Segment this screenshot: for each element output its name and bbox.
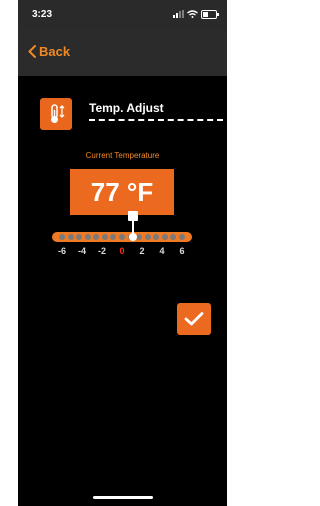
wifi-icon	[187, 10, 198, 18]
back-button[interactable]: Back	[28, 44, 70, 59]
slider-step-dot[interactable]	[144, 234, 151, 240]
navigation-bar: Back	[18, 28, 227, 76]
slider-tick-label: -4	[77, 246, 86, 256]
home-indicator	[93, 496, 153, 499]
slider-step-dot[interactable]	[119, 234, 125, 240]
status-time: 3:23	[32, 9, 53, 20]
slider-step-dot[interactable]	[67, 234, 74, 240]
app-screen: 3:23 Back Temp. Adjust Current Temperatu…	[18, 0, 227, 506]
current-temperature-label: Current Temperature	[85, 151, 160, 160]
checkmark-icon	[184, 312, 204, 326]
back-label: Back	[39, 44, 71, 59]
slider-tick-label: 0	[119, 246, 125, 256]
confirm-button[interactable]	[177, 303, 211, 335]
battery-icon	[201, 9, 219, 19]
slider-step-dot[interactable]	[84, 234, 91, 240]
current-temperature-value: 77 °F	[90, 176, 154, 207]
slider-tick-label: -2	[97, 246, 106, 256]
status-bar: 3:23	[18, 0, 227, 28]
title-divider	[89, 119, 223, 121]
slider-step-dot[interactable]	[59, 234, 65, 240]
slider-tick-label: -6	[57, 246, 66, 256]
slider-step-dot[interactable]	[179, 234, 185, 240]
page-title: Temp. Adjust	[89, 101, 164, 115]
thermometer-icon	[40, 98, 72, 130]
slider-step-dot[interactable]	[161, 234, 168, 240]
status-icons	[173, 9, 219, 19]
slider-step-dot[interactable]	[101, 234, 108, 240]
slider-knob[interactable]	[129, 233, 137, 241]
slider-tick-label: 2	[139, 246, 145, 256]
battery-fill	[203, 11, 209, 17]
signal-icon	[173, 10, 184, 18]
slider-tick-label: 4	[159, 246, 165, 256]
temperature-adjust-slider[interactable]: -6 -4 -2 0 2 4 6	[52, 207, 192, 287]
slider-handle[interactable]	[128, 211, 138, 221]
slider-tick-label: 6	[179, 246, 185, 256]
chevron-left-icon	[28, 45, 36, 58]
